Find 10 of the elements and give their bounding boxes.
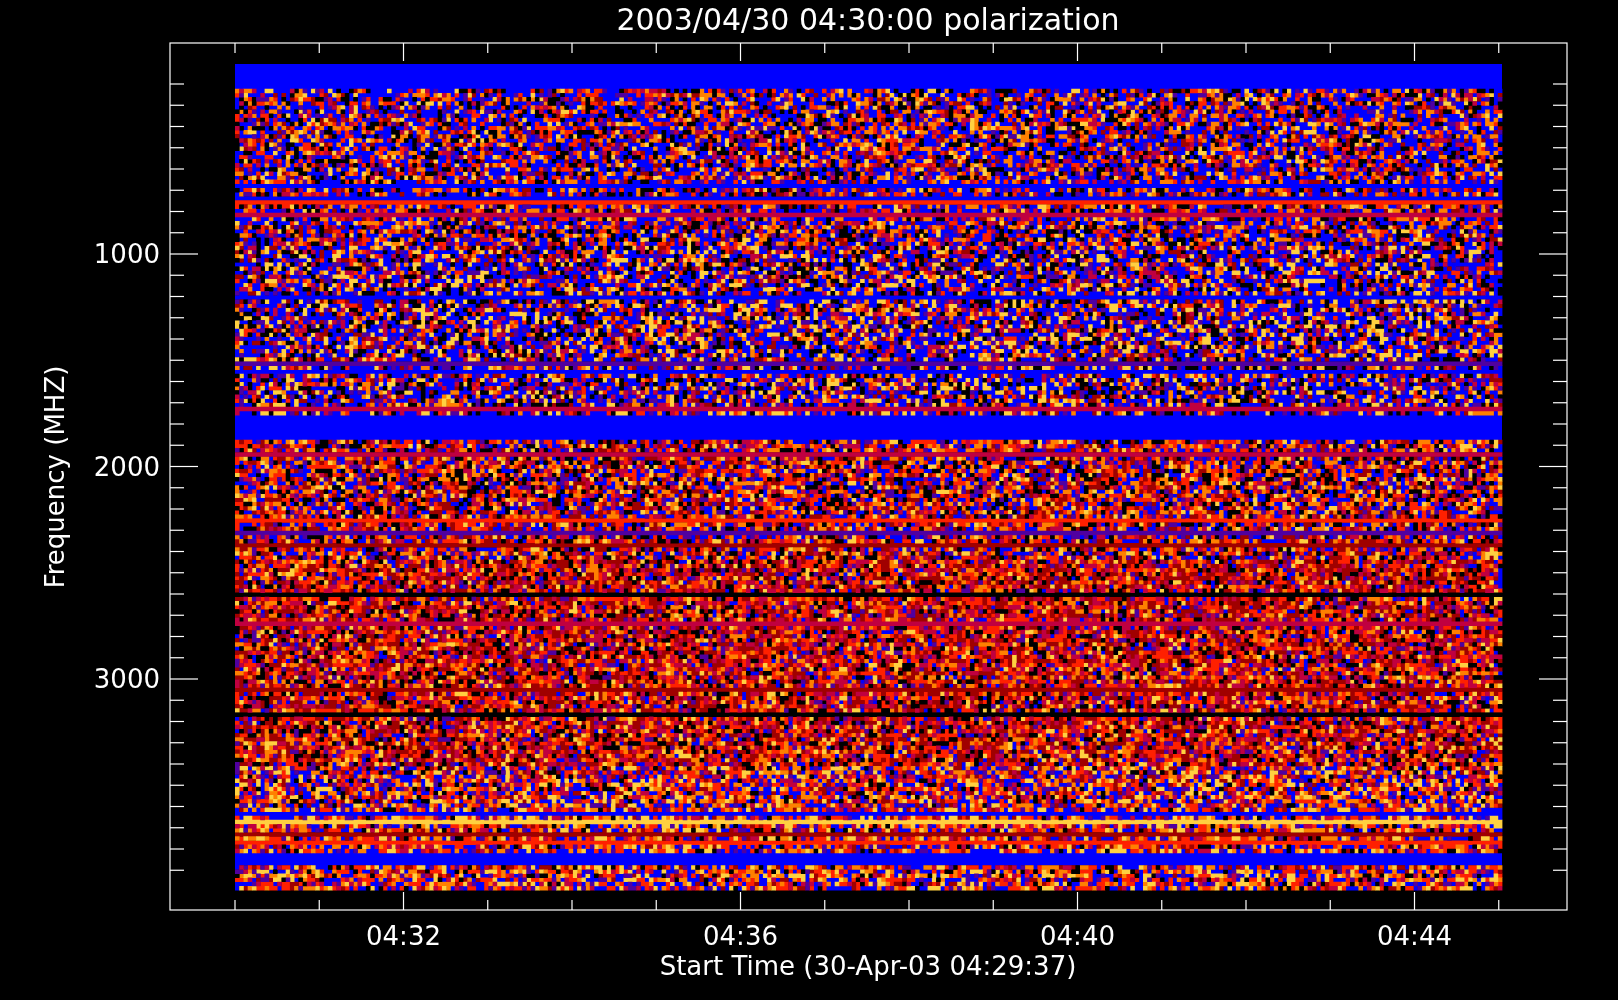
- y-tick-label: 1000: [93, 239, 160, 269]
- y-axis-label: Frequency (MHZ): [40, 365, 70, 589]
- y-tick-label: 2000: [93, 451, 160, 482]
- x-tick-label: 04:40: [1040, 921, 1115, 951]
- x-tick-label: 04:36: [703, 921, 778, 951]
- chart-title: 2003/04/30 04:30:00 polarization: [616, 2, 1120, 37]
- y-tick-label: 3000: [93, 664, 160, 694]
- x-tick-label: 04:44: [1377, 921, 1452, 951]
- x-tick-label: 04:32: [366, 921, 441, 951]
- x-axis-label: Start Time (30-Apr-03 04:29:37): [659, 951, 1077, 981]
